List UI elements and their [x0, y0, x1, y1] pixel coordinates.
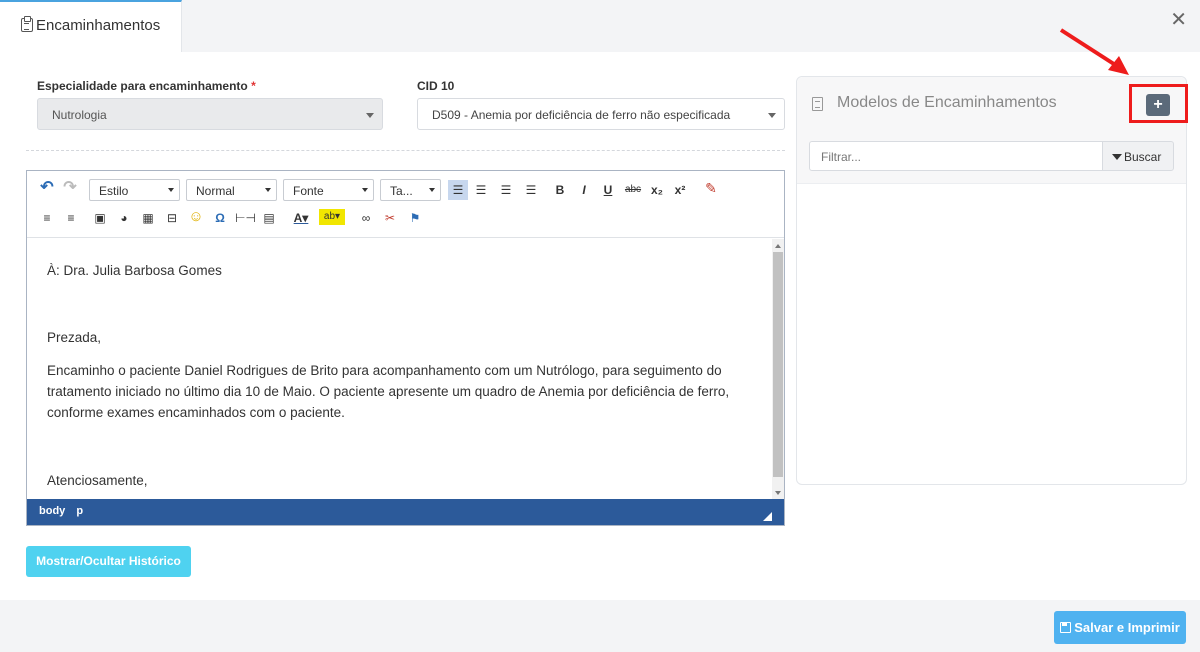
chevron-down-icon — [366, 113, 374, 118]
text-color-icon[interactable]: A▾ — [290, 210, 312, 226]
tab-label: Encaminhamentos — [36, 17, 161, 34]
redo-icon[interactable]: ↷ — [62, 180, 78, 196]
editor-toolbar: ↶ ↷ Estilo Normal Fonte Ta... ☰ ☰ ☰ ☰ B … — [27, 171, 784, 238]
specialty-select[interactable]: Nutrologia — [37, 98, 383, 130]
search-button-label: Buscar — [1124, 150, 1162, 164]
paragraph: À: Dra. Julia Barbosa Gomes — [47, 263, 222, 278]
page-break-icon[interactable]: ⊢⊣ — [235, 210, 256, 226]
subscript-icon[interactable]: x₂ — [649, 182, 665, 198]
numbered-list-icon[interactable]: ≡ — [39, 210, 55, 226]
style-combo-label: Estilo — [99, 184, 129, 198]
path-p[interactable]: p — [76, 505, 83, 517]
required-mark: * — [251, 79, 256, 93]
size-combo-label: Ta... — [390, 184, 413, 198]
anchor-flag-icon[interactable]: ⚑ — [407, 210, 423, 226]
specialty-label: Especialidade para encaminhamento * — [37, 79, 256, 93]
templates-panel-title: Modelos de Encaminhamentos — [837, 94, 1057, 111]
annotation-highlight-box — [1129, 84, 1188, 123]
bullet-list-icon[interactable]: ≡ — [63, 210, 79, 226]
chevron-down-icon — [265, 188, 271, 192]
font-combo[interactable]: Fonte — [283, 179, 374, 201]
cid-label: CID 10 — [417, 79, 455, 93]
align-right-icon[interactable]: ☰ — [498, 182, 514, 198]
unlink-icon[interactable]: ✂ — [381, 210, 399, 226]
chevron-down-icon — [768, 113, 776, 118]
style-combo[interactable]: Estilo — [89, 179, 180, 201]
link-icon[interactable]: ∞ — [357, 210, 375, 226]
font-combo-label: Fonte — [293, 184, 324, 198]
italic-icon[interactable]: I — [577, 182, 591, 198]
clipboard-icon — [21, 16, 33, 32]
element-path-bar: body p — [27, 499, 784, 525]
special-char-icon[interactable]: Ω — [212, 210, 228, 226]
align-center-icon[interactable]: ☰ — [473, 182, 489, 198]
modal-footer — [0, 600, 1200, 652]
path-body[interactable]: body — [39, 505, 65, 517]
resize-handle-icon[interactable] — [763, 512, 772, 521]
undo-icon[interactable]: ↶ — [39, 180, 55, 196]
superscript-icon[interactable]: x² — [672, 182, 688, 198]
scroll-up-icon[interactable] — [775, 244, 781, 248]
chevron-down-icon — [168, 188, 174, 192]
horizontal-rule-icon[interactable]: ⊟ — [164, 210, 180, 226]
size-combo[interactable]: Ta... — [380, 179, 441, 201]
background-color-icon[interactable]: ab▾ — [319, 209, 345, 225]
filter-icon — [1112, 154, 1122, 160]
cid-value: D509 - Anemia por deficiência de ferro n… — [432, 108, 731, 122]
underline-icon[interactable]: U — [601, 182, 615, 198]
save-and-print-label: Salvar e Imprimir — [1074, 620, 1180, 635]
specialty-value: Nutrologia — [52, 108, 107, 122]
editor-scrollbar[interactable] — [772, 239, 784, 500]
table-icon[interactable]: ▦ — [140, 210, 156, 226]
toggle-history-button[interactable]: Mostrar/Ocultar Histórico — [26, 546, 191, 577]
divider — [26, 150, 785, 151]
align-left-icon[interactable]: ☰ — [448, 180, 468, 200]
annotation-arrow-icon — [1059, 28, 1129, 75]
document-icon — [812, 97, 823, 111]
image-icon[interactable]: ▣ — [92, 210, 108, 226]
tab-encaminhamentos[interactable]: Encaminhamentos — [0, 0, 182, 52]
search-button[interactable]: Buscar — [1102, 141, 1174, 171]
templates-panel-header: Modelos de Encaminhamentos + Filtrar... … — [797, 77, 1186, 184]
close-icon[interactable]: ✕ — [1170, 10, 1187, 30]
format-combo[interactable]: Normal — [186, 179, 277, 201]
align-justify-icon[interactable]: ☰ — [523, 182, 539, 198]
chevron-down-icon — [362, 188, 368, 192]
smiley-icon[interactable]: ☺ — [187, 209, 205, 225]
flash-icon[interactable]: ◕ — [116, 210, 132, 226]
editor-content[interactable]: À: Dra. Julia Barbosa Gomes Prezada, Enc… — [27, 239, 772, 500]
filter-input[interactable]: Filtrar... — [809, 141, 1103, 171]
cid-select[interactable]: D509 - Anemia por deficiência de ferro n… — [417, 98, 785, 130]
scroll-down-icon[interactable] — [775, 491, 781, 495]
paragraph: Prezada, — [47, 330, 102, 345]
save-icon — [1060, 622, 1072, 633]
paragraph: Encaminho o paciente Daniel Rodrigues de… — [47, 363, 730, 420]
format-combo-label: Normal — [196, 184, 235, 198]
save-and-print-button[interactable]: Salvar e Imprimir — [1054, 611, 1186, 644]
scroll-thumb[interactable] — [773, 252, 783, 477]
templates-panel: Modelos de Encaminhamentos + Filtrar... … — [796, 76, 1187, 485]
chevron-down-icon — [429, 188, 435, 192]
rich-text-editor: ↶ ↷ Estilo Normal Fonte Ta... ☰ ☰ ☰ ☰ B … — [26, 170, 785, 526]
iframe-icon[interactable]: ▤ — [261, 210, 277, 226]
specialty-label-text: Especialidade para encaminhamento — [37, 79, 248, 93]
paragraph: Atenciosamente, — [47, 473, 148, 488]
strikethrough-icon[interactable]: abc — [623, 182, 643, 198]
bold-icon[interactable]: B — [553, 182, 567, 198]
remove-format-icon[interactable]: ✎ — [702, 180, 720, 196]
